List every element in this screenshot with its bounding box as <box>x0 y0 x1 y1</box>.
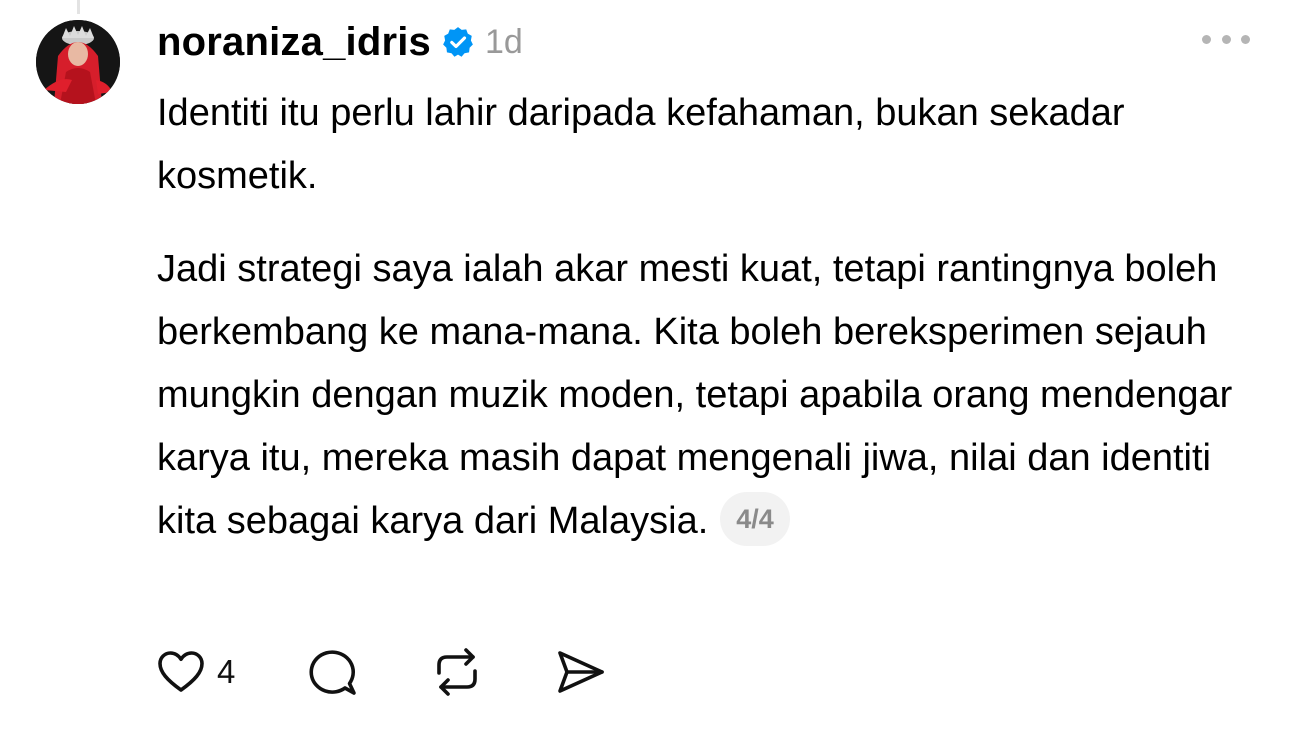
post-paragraph: Identiti itu perlu lahir daripada kefaha… <box>157 92 1125 197</box>
heart-icon <box>158 651 204 692</box>
username[interactable]: noraniza_idris <box>157 20 431 65</box>
page-indicator-badge: 4/4 <box>720 491 790 546</box>
share-icon <box>558 651 605 693</box>
share-button[interactable] <box>555 647 607 697</box>
more-icon-dot <box>1221 34 1231 44</box>
more-icon-dot <box>1241 34 1250 44</box>
like-count: 4 <box>217 653 236 690</box>
repost-button[interactable] <box>431 647 483 697</box>
post-header: noraniza_idris 1d <box>157 14 523 70</box>
avatar-image <box>36 20 120 104</box>
post-paragraph: Jadi strategi saya ialah akar mesti kuat… <box>157 248 1233 542</box>
like-button[interactable]: 4 <box>157 649 235 695</box>
more-options-button[interactable] <box>1202 24 1250 54</box>
repost-icon <box>437 648 478 696</box>
more-icon-dot <box>1202 34 1211 44</box>
avatar[interactable] <box>36 20 120 104</box>
post-timestamp: 1d <box>485 22 523 61</box>
thread-connector-line <box>77 0 80 14</box>
verified-badge-icon <box>441 25 475 59</box>
post-action-bar: 4 <box>157 644 607 700</box>
post-paragraph-with-indicator: Jadi strategi saya ialah akar mesti kuat… <box>157 238 1247 553</box>
comment-button[interactable] <box>307 647 359 697</box>
post-body: Identiti itu perlu lahir daripada kefaha… <box>157 82 1247 553</box>
comment-icon <box>309 650 357 695</box>
